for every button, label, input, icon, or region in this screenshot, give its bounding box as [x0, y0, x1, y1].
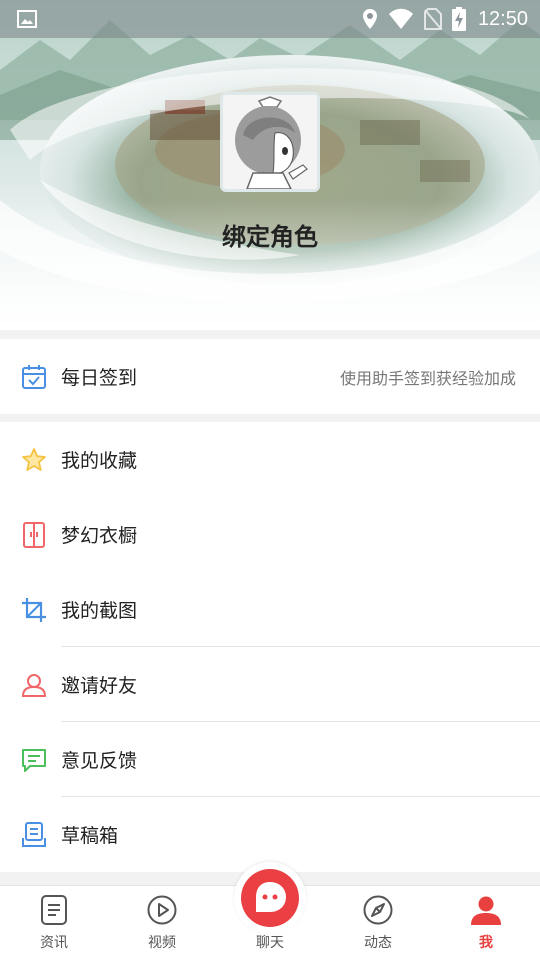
daily-checkin-card: 每日签到 使用助手签到获经验加成	[0, 339, 540, 414]
nav-tab-moments[interactable]: 动态	[324, 886, 432, 961]
avatar[interactable]	[220, 92, 320, 192]
menu-item-drafts[interactable]: 草稿箱	[0, 797, 540, 872]
compass-icon	[363, 895, 393, 925]
battery-charging-icon	[451, 7, 466, 31]
nav-tab-video[interactable]: 视频	[108, 886, 216, 961]
news-icon	[41, 895, 67, 925]
crop-icon	[22, 598, 46, 622]
menu-item-invite-friends[interactable]: 邀请好友	[0, 647, 540, 722]
menu-item-label: 我的收藏	[61, 450, 138, 472]
menu-item-label: 梦幻衣橱	[61, 525, 138, 547]
menu-item-wardrobe[interactable]: 梦幻衣橱	[0, 497, 540, 572]
nav-label: 我	[479, 935, 493, 951]
nav-label: 视频	[148, 935, 176, 951]
nav-label: 聊天	[256, 935, 284, 951]
profile-icon	[471, 896, 501, 925]
menu-list: 我的收藏 梦幻衣橱 我的截图 邀请好友 意见反馈 草稿箱	[0, 422, 540, 872]
wifi-icon	[388, 8, 413, 29]
chat-button[interactable]	[234, 862, 306, 934]
feedback-icon	[22, 749, 46, 772]
status-bar: 12:50	[0, 0, 540, 38]
menu-item-label: 邀请好友	[61, 675, 138, 697]
star-icon	[22, 448, 46, 471]
gallery-icon	[17, 10, 37, 28]
menu-item-feedback[interactable]: 意见反馈	[0, 722, 540, 797]
chat-icon	[241, 869, 299, 927]
bind-role-title[interactable]: 绑定角色	[0, 217, 540, 252]
default-avatar-image	[223, 95, 317, 189]
wardrobe-icon	[23, 522, 45, 548]
nav-tab-me[interactable]: 我	[432, 886, 540, 961]
profile-header: 12:50 绑定角色	[0, 0, 540, 330]
nav-label: 资讯	[40, 935, 68, 951]
calendar-check-icon	[22, 365, 46, 389]
menu-item-label: 草稿箱	[61, 825, 119, 847]
daily-checkin-row[interactable]: 每日签到 使用助手签到获经验加成	[0, 339, 540, 414]
nav-label: 动态	[364, 935, 392, 951]
daily-checkin-label: 每日签到	[61, 367, 138, 389]
nav-tab-news[interactable]: 资讯	[0, 886, 108, 961]
user-icon	[21, 674, 47, 697]
daily-checkin-hint: 使用助手签到获经验加成	[339, 368, 516, 388]
video-play-icon	[147, 895, 177, 925]
menu-item-label: 意见反馈	[61, 750, 138, 772]
location-icon	[362, 9, 377, 29]
no-sim-icon	[423, 8, 442, 30]
menu-item-favorites[interactable]: 我的收藏	[0, 422, 540, 497]
status-time: 12:50	[477, 7, 528, 30]
menu-item-screenshots[interactable]: 我的截图	[0, 572, 540, 647]
drafts-icon	[22, 822, 46, 847]
menu-item-label: 我的截图	[61, 600, 138, 622]
